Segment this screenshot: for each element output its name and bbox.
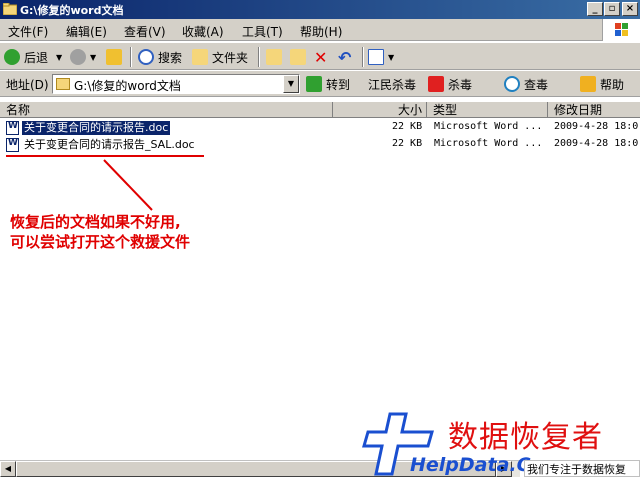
watermark-brand-cn: 数据恢复者 <box>448 420 603 455</box>
annotation-text: 恢复后的文档如果不好用, 可以尝试打开这个救援文件 <box>10 212 190 252</box>
annotation-line-2: 可以尝试打开这个救援文件 <box>10 233 191 251</box>
scroll-left-icon[interactable]: ◀ <box>0 461 16 477</box>
annotation-line-1: 恢复后的文档如果不好用, <box>10 213 181 231</box>
watermark-slogan: 我们专注于数据恢复 <box>524 460 640 477</box>
